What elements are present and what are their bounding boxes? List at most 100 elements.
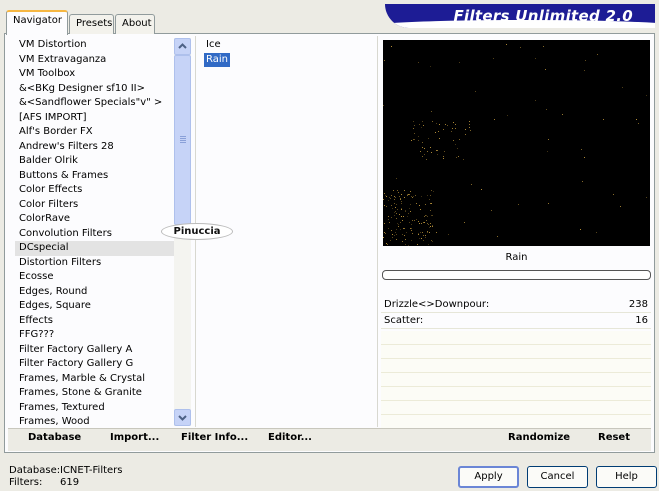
category-item[interactable]: Convolution Filters: [15, 227, 174, 242]
category-item[interactable]: Distortion Filters: [15, 256, 174, 271]
rain-speck: [395, 196, 397, 198]
rain-speck: [535, 100, 537, 102]
category-item[interactable]: Ecosse: [15, 270, 174, 285]
category-item[interactable]: Effects: [15, 314, 174, 329]
rain-speck: [394, 202, 396, 204]
cancel-button[interactable]: Cancel: [527, 466, 588, 488]
category-item[interactable]: VM Toolbox: [15, 67, 174, 82]
rain-speck: [454, 123, 456, 125]
category-item[interactable]: Edges, Round: [15, 285, 174, 300]
scroll-down-button[interactable]: [174, 409, 191, 426]
watermark-label: Pinuccia: [161, 223, 233, 240]
rain-speck: [414, 138, 416, 140]
category-item[interactable]: DCspecial: [15, 241, 174, 256]
rain-speck: [418, 136, 420, 138]
rain-speck: [422, 240, 424, 242]
rain-speck: [423, 153, 425, 155]
category-item[interactable]: VM Extravaganza: [15, 53, 174, 68]
rain-speck: [410, 203, 412, 205]
rain-speck: [388, 228, 390, 230]
rain-speck: [391, 46, 393, 48]
rain-speck: [432, 190, 434, 192]
tab-about[interactable]: About: [115, 14, 155, 34]
category-item[interactable]: Color Filters: [15, 198, 174, 213]
rain-speck: [407, 193, 409, 195]
import-button[interactable]: Import...: [110, 432, 159, 443]
tab-navigator[interactable]: Navigator: [6, 10, 68, 35]
rain-speck: [507, 115, 509, 117]
category-item[interactable]: FFG???: [15, 328, 174, 343]
param-drizzle-downpour[interactable]: Drizzle<>Downpour: 238: [381, 298, 651, 313]
rain-speck: [547, 151, 548, 153]
reset-button[interactable]: Reset: [598, 432, 630, 443]
filter-item-rain[interactable]: Rain: [204, 53, 230, 67]
rain-speck: [454, 128, 456, 130]
rain-speck: [545, 108, 547, 110]
apply-button[interactable]: Apply: [458, 466, 519, 488]
rain-speck: [423, 235, 425, 237]
rain-speck: [388, 216, 390, 218]
rain-speck: [390, 217, 392, 219]
chevron-down-icon: [178, 415, 187, 421]
rain-speck: [497, 236, 499, 238]
scroll-thumb[interactable]: [174, 55, 191, 225]
category-item[interactable]: &<BKg Designer sf10 II>: [15, 82, 174, 97]
category-item[interactable]: [AFS IMPORT]: [15, 111, 174, 126]
filter-info-button[interactable]: Filter Info...: [181, 432, 248, 443]
rain-speck: [411, 229, 413, 231]
rain-speck: [421, 232, 423, 234]
rain-speck: [418, 234, 420, 236]
filter-list[interactable]: Ice Rain: [204, 38, 374, 68]
rain-speck: [395, 177, 397, 179]
category-item[interactable]: Frames, Marble & Crystal: [15, 372, 174, 387]
scroll-up-button[interactable]: [174, 38, 191, 55]
category-item[interactable]: Andrew's Filters 28: [15, 140, 174, 155]
rain-speck: [437, 131, 439, 133]
category-item[interactable]: Frames, Textured: [15, 401, 174, 416]
rain-speck: [403, 234, 405, 236]
category-item[interactable]: Color Effects: [15, 183, 174, 198]
rain-speck: [419, 150, 421, 152]
preview-image[interactable]: [383, 40, 650, 246]
rain-speck: [520, 47, 522, 49]
param-empty-row: [381, 345, 651, 359]
category-item[interactable]: Buttons & Frames: [15, 169, 174, 184]
randomize-button[interactable]: Randomize: [508, 432, 570, 443]
progress-bar: [382, 270, 651, 280]
category-item[interactable]: &<Sandflower Specials"v" >: [15, 96, 174, 111]
help-button[interactable]: Help: [596, 466, 657, 488]
rain-speck: [400, 200, 402, 202]
category-item[interactable]: Balder Olrik: [15, 154, 174, 169]
category-item[interactable]: ColorRave: [15, 212, 174, 227]
rain-speck: [389, 196, 391, 198]
rain-speck: [403, 190, 405, 192]
category-item[interactable]: Alf's Border FX: [15, 125, 174, 140]
rain-speck: [384, 59, 386, 61]
category-item[interactable]: Frames, Wood: [15, 415, 174, 426]
rain-speck: [426, 214, 428, 216]
rain-speck: [430, 65, 432, 67]
category-item[interactable]: Filter Factory Gallery A: [15, 343, 174, 358]
filter-item-ice[interactable]: Ice: [204, 38, 223, 52]
param-scatter[interactable]: Scatter: 16: [381, 314, 651, 329]
editor-button[interactable]: Editor...: [268, 432, 312, 443]
category-item[interactable]: Filter Factory Gallery G: [15, 357, 174, 372]
category-item[interactable]: VM Distortion: [15, 38, 174, 53]
rain-speck: [405, 243, 407, 245]
category-item[interactable]: Frames, Stone & Granite: [15, 386, 174, 401]
category-item[interactable]: Edges, Square: [15, 299, 174, 314]
database-button[interactable]: Database: [28, 432, 81, 443]
rain-speck: [394, 198, 396, 200]
rain-speck: [423, 222, 425, 224]
rain-speck: [413, 139, 415, 141]
rain-speck: [452, 139, 454, 141]
rain-speck: [430, 195, 432, 196]
rain-speck: [408, 245, 410, 246]
rain-speck: [506, 44, 508, 46]
tab-presets[interactable]: Presets: [69, 14, 114, 34]
category-list[interactable]: VM Distortion VM Extravaganza VM Toolbox &<…: [15, 38, 174, 426]
rain-speck: [493, 118, 495, 120]
rain-speck: [395, 210, 397, 212]
param-label: Drizzle<>Downpour:: [384, 299, 490, 310]
rain-speck: [583, 157, 585, 159]
